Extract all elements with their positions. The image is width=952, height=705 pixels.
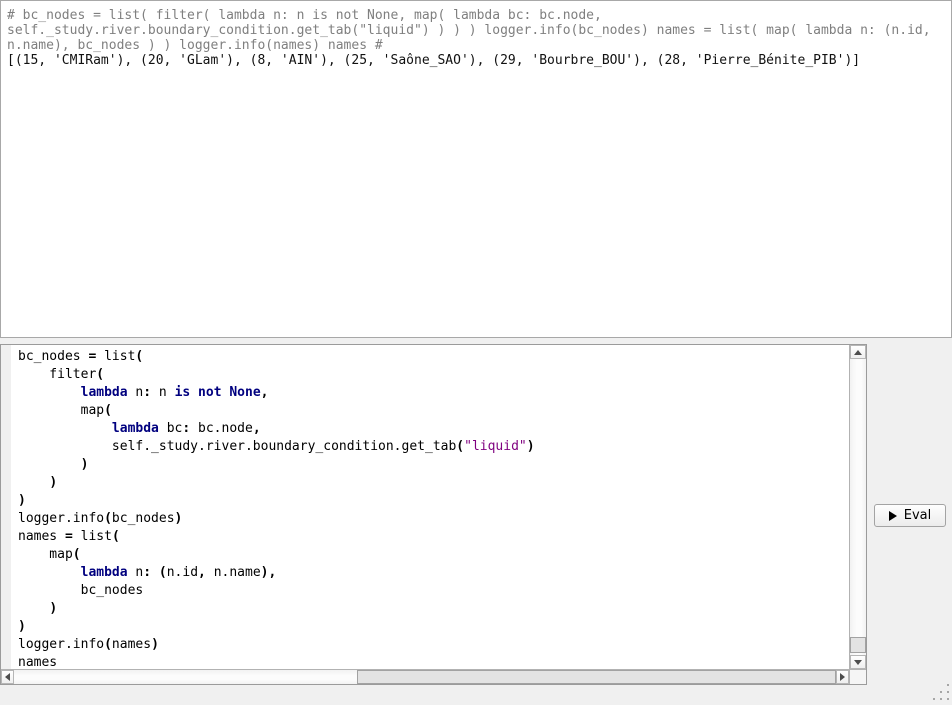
triangle-up-icon bbox=[854, 350, 862, 355]
history-console[interactable]: # bc_nodes = list( filter( lambda n: n i… bbox=[0, 0, 952, 338]
scroll-down-button[interactable] bbox=[850, 655, 866, 669]
code-line: ) bbox=[18, 474, 847, 492]
code-line: self._study.river.boundary_condition.get… bbox=[18, 438, 847, 456]
code-line: names bbox=[18, 654, 847, 668]
code-line: logger.info(bc_nodes) bbox=[18, 510, 847, 528]
history-line: n.name), bc_nodes ) ) logger.info(names)… bbox=[7, 38, 945, 53]
code-line: ) bbox=[18, 492, 847, 510]
code-line: logger.info(names) bbox=[18, 636, 847, 654]
code-line: ) bbox=[18, 618, 847, 636]
code-line: names = list( bbox=[18, 528, 847, 546]
history-line: [(15, 'CMIRam'), (20, 'GLam'), (8, 'AIN'… bbox=[7, 53, 945, 68]
play-icon bbox=[889, 511, 897, 521]
code-editor-frame: bc_nodes = list( filter( lambda n: n is … bbox=[0, 344, 867, 685]
eval-button[interactable]: Eval bbox=[874, 504, 946, 527]
scrollbar-corner bbox=[849, 669, 866, 684]
horizontal-scroll-thumb[interactable] bbox=[357, 670, 836, 684]
triangle-right-icon bbox=[840, 673, 845, 681]
vertical-scroll-thumb[interactable] bbox=[850, 637, 866, 653]
code-line: lambda bc: bc.node, bbox=[18, 420, 847, 438]
code-line: ) bbox=[18, 456, 847, 474]
scroll-left-button[interactable] bbox=[1, 670, 14, 684]
triangle-down-icon bbox=[854, 660, 862, 665]
triangle-left-icon bbox=[5, 673, 10, 681]
horizontal-scrollbar[interactable] bbox=[1, 669, 849, 684]
code-line: lambda n: (n.id, n.name), bbox=[18, 564, 847, 582]
code-line: bc_nodes = list( bbox=[18, 348, 847, 366]
resize-grip[interactable] bbox=[931, 684, 949, 702]
code-line: filter( bbox=[18, 366, 847, 384]
editor-margin bbox=[1, 345, 11, 669]
code-line: ) bbox=[18, 600, 847, 618]
code-line: map( bbox=[18, 402, 847, 420]
history-line: self._study.river.boundary_condition.get… bbox=[7, 23, 945, 38]
code-line: bc_nodes bbox=[18, 582, 847, 600]
scroll-right-button[interactable] bbox=[836, 670, 849, 684]
code-line: lambda n: n is not None, bbox=[18, 384, 847, 402]
history-line: # bc_nodes = list( filter( lambda n: n i… bbox=[7, 8, 945, 23]
eval-button-label: Eval bbox=[904, 508, 932, 523]
vertical-scrollbar[interactable] bbox=[849, 345, 866, 669]
code-line: map( bbox=[18, 546, 847, 564]
editor-code[interactable]: bc_nodes = list( filter( lambda n: n is … bbox=[18, 348, 847, 668]
scroll-up-button[interactable] bbox=[850, 345, 866, 359]
